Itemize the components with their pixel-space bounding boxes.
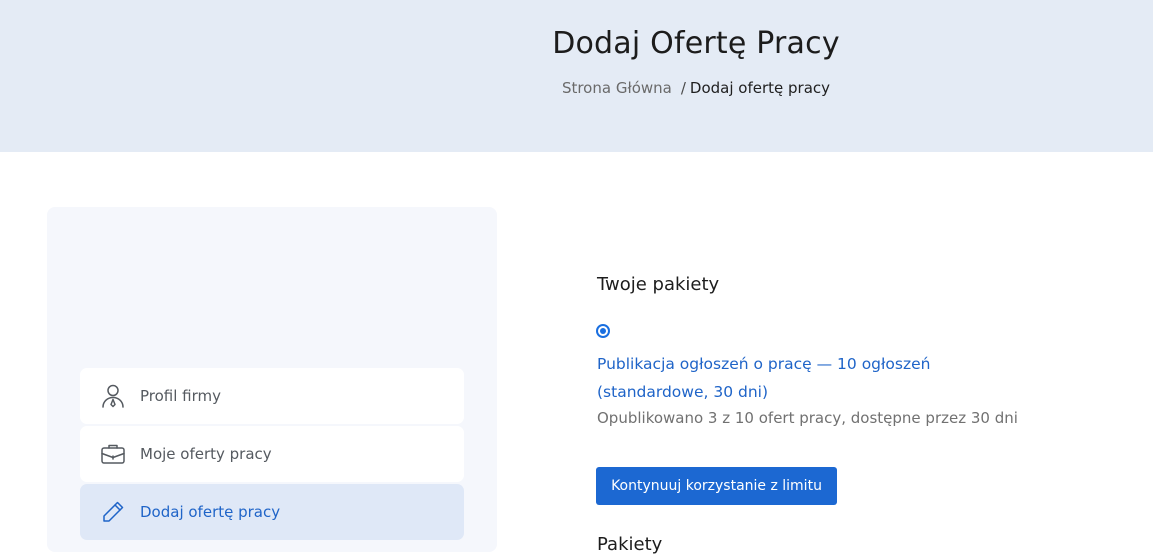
packages-heading: Twoje pakiety <box>597 274 720 295</box>
page-title: Dodaj Ofertę Pracy <box>552 26 840 61</box>
sidebar-item-company-profile[interactable]: Profil firmy <box>80 368 464 424</box>
sidebar-item-my-job-offers[interactable]: Moje oferty pracy <box>80 426 464 482</box>
package-radio[interactable] <box>596 324 610 338</box>
sidebar: Profil firmy Moje oferty pracy Dodaj ofe… <box>47 207 497 552</box>
continue-with-limit-button[interactable]: Kontynuuj korzystanie z limitu <box>596 467 837 505</box>
user-icon <box>100 383 126 409</box>
sidebar-item-label: Profil firmy <box>140 387 222 405</box>
sidebar-item-label: Moje oferty pracy <box>140 445 272 463</box>
package-description: Opublikowano 3 z 10 ofert pracy, dostępn… <box>597 409 1018 427</box>
breadcrumb-home-link[interactable]: Strona Główna <box>562 79 672 97</box>
sidebar-item-add-job-offer[interactable]: Dodaj ofertę pracy <box>80 484 464 540</box>
package-name[interactable]: Publikacja ogłoszeń o pracę — 10 ogłosze… <box>597 350 957 406</box>
sidebar-item-label: Dodaj ofertę pracy <box>140 503 281 521</box>
page-header: Dodaj Ofertę Pracy Strona Główna / Dodaj o… <box>0 0 1153 152</box>
briefcase-icon <box>100 441 126 467</box>
breadcrumb-current: Dodaj ofertę pracy <box>689 79 831 97</box>
pencil-icon <box>100 499 126 525</box>
next-section-heading: Pakiety <box>597 534 663 555</box>
breadcrumb: Strona Główna / Dodaj ofertę pracy <box>456 79 936 97</box>
breadcrumb-separator: / <box>680 79 686 97</box>
